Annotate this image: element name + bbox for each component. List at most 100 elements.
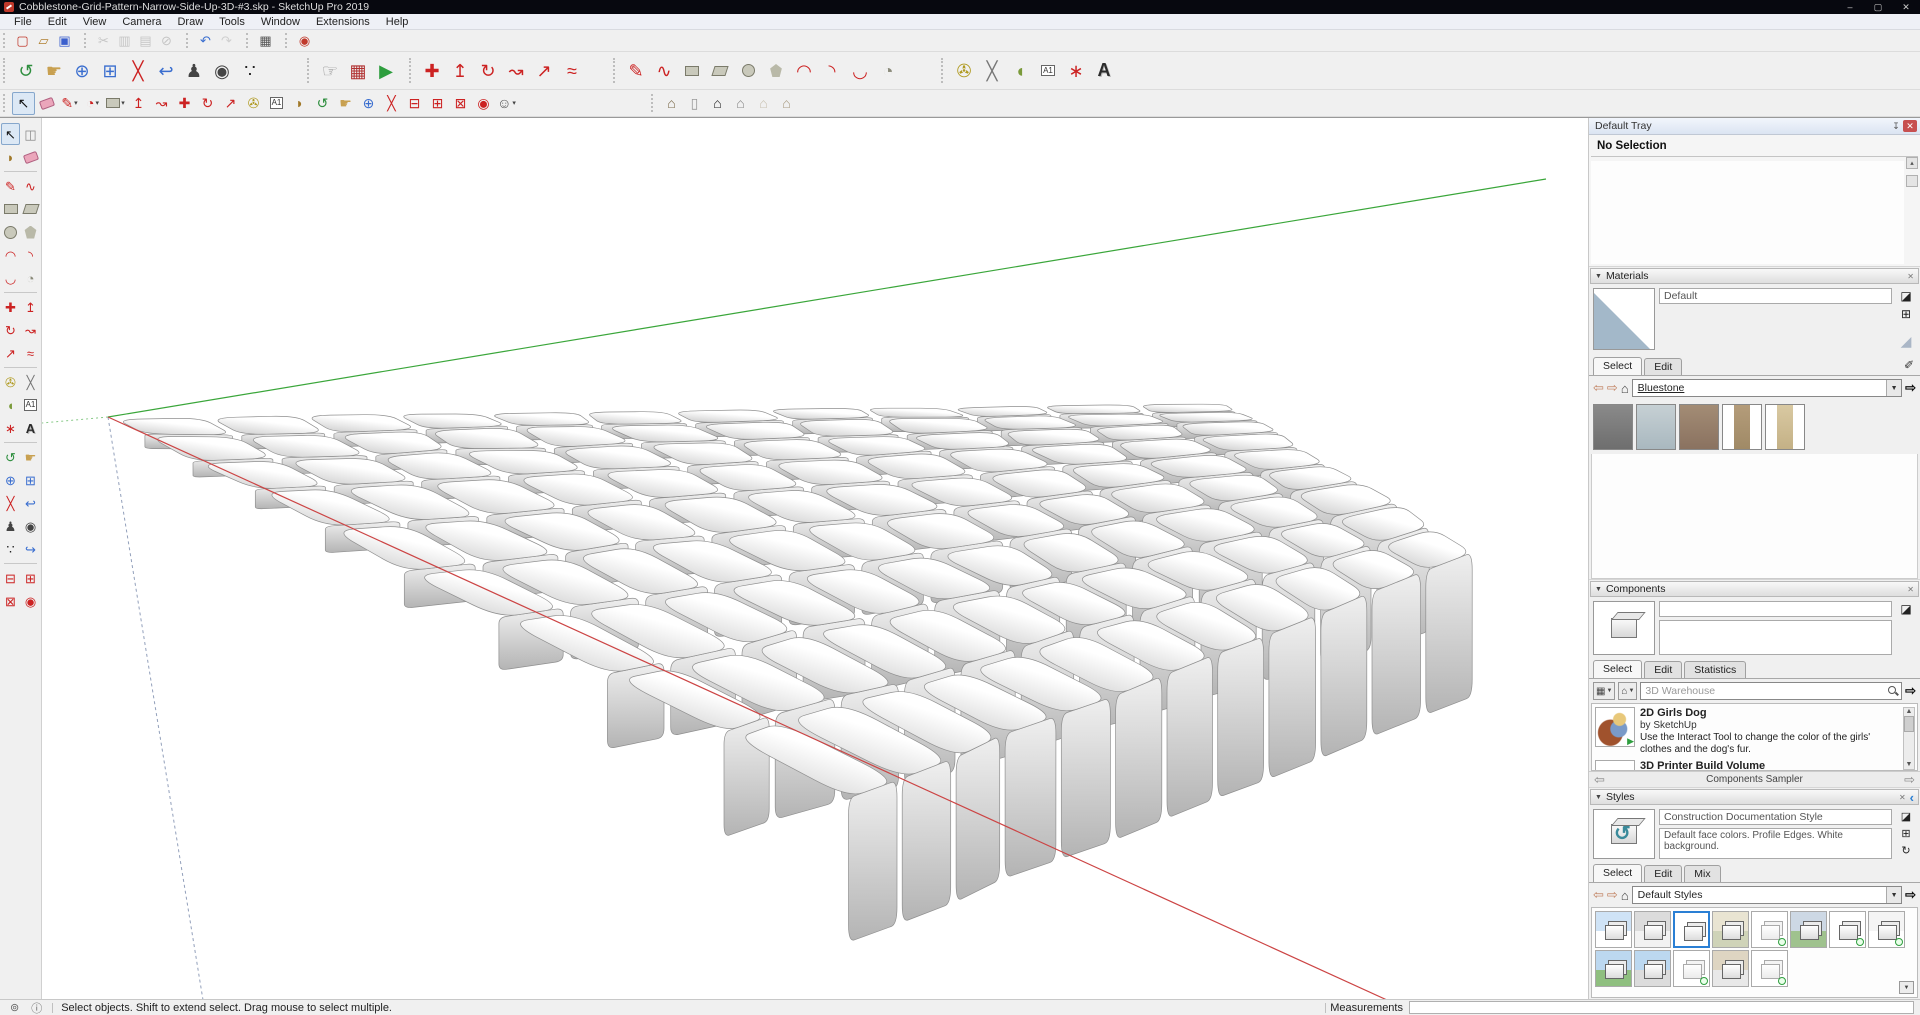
styles-tab-mix[interactable]: Mix [1684, 865, 1721, 882]
page-back-icon[interactable]: ⇦ [1594, 772, 1605, 788]
three-point-arc-tool[interactable]: ◡ [1, 267, 20, 289]
rotated-rectangle-icon[interactable] [706, 56, 734, 86]
open-file-icon[interactable]: ▱ [33, 31, 54, 51]
turn-walk-tool[interactable]: ↪ [21, 538, 40, 560]
zoom-window-icon[interactable]: ⊞ [96, 56, 124, 86]
dropdown-arrow-icon[interactable]: ▼ [1886, 380, 1902, 396]
undo-icon[interactable]: ↶ [195, 31, 216, 51]
follow-me-tool[interactable]: ↝ [21, 319, 40, 341]
zoom-window-tool[interactable]: ⊞ [21, 469, 40, 491]
close-button[interactable]: ✕ [1892, 2, 1920, 13]
text-tool[interactable]: A1 [21, 394, 40, 416]
section-plane-tool[interactable]: ⊟ [1, 567, 20, 589]
print-icon[interactable]: ▦ [255, 31, 276, 51]
eraser-tool[interactable] [21, 146, 40, 168]
maximize-button[interactable]: ▢ [1864, 2, 1892, 13]
dropdown-arrow-icon[interactable]: ▼ [1886, 887, 1902, 903]
scale-tool[interactable]: ↗ [219, 92, 242, 115]
scroll-up-icon[interactable]: ▲ [1906, 708, 1913, 715]
3d-text-icon[interactable]: A [1090, 56, 1118, 86]
style-name-field[interactable] [1659, 809, 1892, 825]
in-model-components-button[interactable]: ⌂ ▼ [1618, 682, 1638, 700]
tape-measure-tool[interactable]: ✇ [1, 371, 20, 393]
3d-text-tool[interactable]: A [21, 417, 40, 439]
section-planes-tool[interactable]: ⊠ [1, 590, 20, 612]
orbit-icon[interactable]: ↺ [12, 56, 40, 86]
toolbar-drag-handle[interactable] [186, 33, 191, 48]
geolocation-icon[interactable]: ⊚ [10, 1001, 19, 1014]
circle-tool[interactable] [1, 221, 20, 243]
rotated-rectangle-tool[interactable] [21, 198, 40, 220]
section-fill-icon[interactable]: ⊠ [449, 92, 472, 115]
details-arrow-icon[interactable]: ⇨ [1905, 683, 1916, 699]
pie-icon[interactable]: ◔ [874, 56, 902, 86]
rotate-tool[interactable]: ↻ [196, 92, 219, 115]
tape-measure-tool[interactable]: ✇ [242, 92, 265, 115]
erase-icon[interactable]: ⊘ [156, 31, 177, 51]
menu-draw[interactable]: Draw [169, 16, 211, 28]
material-swatch-brown[interactable] [1679, 404, 1719, 450]
style-thumbnail[interactable] [1790, 911, 1827, 948]
follow-me-icon[interactable]: ↝ [502, 56, 530, 86]
toolbar-drag-handle[interactable] [941, 57, 946, 84]
view-left-icon[interactable]: ⌂ [775, 92, 798, 115]
zoom-extents-tool[interactable]: ╳ [1, 492, 20, 514]
entity-info-icon[interactable]: ▦ [344, 56, 372, 86]
view-iso-icon[interactable]: ⌂ [660, 92, 683, 115]
create-material-icon[interactable]: ⊞ [1901, 307, 1911, 321]
toolbar-drag-handle[interactable] [651, 93, 656, 113]
tape-measure-icon[interactable]: ✇ [950, 56, 978, 86]
component-result-item[interactable]: 3D Printer Build Volumeby SketchUp G [1595, 760, 1901, 770]
component-thumbnail-girls-dog[interactable] [1595, 707, 1635, 747]
material-swatch-beige-narrow[interactable] [1765, 404, 1805, 450]
menu-tools[interactable]: Tools [211, 16, 253, 28]
material-swatch-dark-gray[interactable] [1593, 404, 1633, 450]
toolbar-drag-handle[interactable] [307, 57, 312, 84]
style-thumbnail[interactable] [1712, 950, 1749, 987]
style-thumbnail[interactable] [1634, 911, 1671, 948]
line-icon[interactable]: ✎ [622, 56, 650, 86]
style-thumbnail[interactable] [1751, 950, 1788, 987]
back-arrow-icon[interactable]: ⇦ [1593, 380, 1604, 396]
material-swatch-light-striped[interactable] [1636, 404, 1676, 450]
play-icon[interactable]: ▶ [372, 56, 400, 86]
position-camera-icon[interactable]: ♟ [180, 56, 208, 86]
polygon-tool[interactable] [21, 221, 40, 243]
scroll-down-icon[interactable]: ▼ [1906, 761, 1913, 768]
details-arrow-icon[interactable]: ⇨ [1905, 380, 1916, 396]
back-arrow-icon[interactable]: ⇦ [1593, 887, 1604, 903]
new-file-icon[interactable]: ▢ [12, 31, 33, 51]
search-icon[interactable] [1887, 685, 1899, 697]
zoom-tool[interactable]: ⊕ [1, 469, 20, 491]
style-thumbnail[interactable] [1712, 911, 1749, 948]
rectangle-icon[interactable] [678, 56, 706, 86]
in-model-icon[interactable]: ⌂ [1621, 888, 1629, 903]
styles-header[interactable]: ▼ Styles ✕ ‹ [1590, 789, 1919, 805]
redo-icon[interactable]: ↷ [216, 31, 237, 51]
two-point-arc-icon[interactable]: ◝ [818, 56, 846, 86]
make-component-tool[interactable]: ◫ [21, 123, 40, 145]
style-thumbnail[interactable] [1634, 950, 1671, 987]
toolbar-drag-handle[interactable] [3, 33, 8, 48]
view-top-icon[interactable]: ▯ [683, 92, 706, 115]
move-icon[interactable]: ✚ [418, 56, 446, 86]
interact-icon[interactable]: ☞ [316, 56, 344, 86]
arc-icon[interactable]: ◠ [790, 56, 818, 86]
sample-paint-icon[interactable]: ✐ [1904, 358, 1914, 372]
components-close-icon[interactable]: ✕ [1907, 585, 1914, 594]
paint-bucket-tool[interactable]: ◗ [1, 146, 20, 168]
freehand-icon[interactable]: ∿ [650, 56, 678, 86]
toolbar-drag-handle[interactable] [285, 33, 290, 48]
zoom-icon[interactable]: ⊕ [68, 56, 96, 86]
scroll-thumb[interactable] [1904, 716, 1914, 732]
menu-camera[interactable]: Camera [114, 16, 169, 28]
pan-icon[interactable]: ☛ [40, 56, 68, 86]
menu-edit[interactable]: Edit [40, 16, 75, 28]
style-thumbnail[interactable] [1751, 911, 1788, 948]
account-icon[interactable]: ☺ ▾ [495, 92, 518, 115]
protractor-tool[interactable]: ◖ [1, 394, 20, 416]
style-thumbnail[interactable] [1673, 950, 1710, 987]
follow-me-tool[interactable]: ↝ [150, 92, 173, 115]
forward-arrow-icon[interactable]: ⇨ [1607, 887, 1618, 903]
zoom-previous-icon[interactable]: ↩ [152, 56, 180, 86]
